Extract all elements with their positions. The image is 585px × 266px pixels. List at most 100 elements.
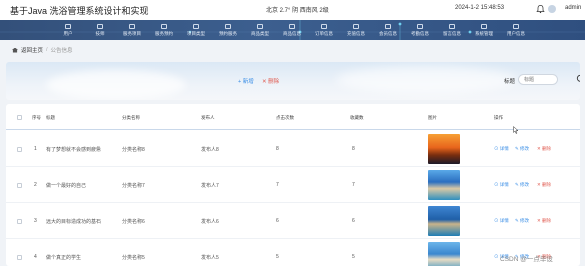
cell-favorites: 8 bbox=[352, 146, 355, 152]
breadcrumb-separator: / bbox=[46, 47, 48, 53]
nav-item[interactable]: 订单信息 bbox=[308, 20, 340, 40]
cell-publisher: 发布人7 bbox=[201, 183, 219, 189]
nav-item[interactable]: 用户 bbox=[52, 20, 84, 40]
nav-item-label: 服务预约 bbox=[155, 30, 173, 36]
nav-item[interactable]: 技师 bbox=[84, 20, 116, 40]
cell-clicks: 6 bbox=[276, 218, 279, 224]
nav-item[interactable]: 充值信息 bbox=[340, 20, 372, 40]
col-title[interactable]: 标题 bbox=[46, 115, 55, 121]
edit-button[interactable]: ✎ 修改 bbox=[515, 218, 529, 224]
data-table: 序号 标题 分类名称 发布人 点击次数 收藏数 图片 操作 1 有了梦想就不会感到… bbox=[6, 104, 580, 266]
col-ops: 操作 bbox=[494, 115, 503, 120]
top-header: 基于Java 洗浴管理系统设计和实现 北京 2.7° 阴 西南风 2级 2024… bbox=[0, 0, 585, 20]
col-clicks[interactable]: 点击次数 bbox=[276, 115, 294, 121]
nav-menu-icon bbox=[321, 23, 327, 29]
nav-menu-icon bbox=[129, 23, 135, 29]
table-row: 4 做个真正的学生 分类名称5 发布人5 5 5 ⊙ 详情 ✎ 修改 ✕ 删除 bbox=[6, 239, 580, 266]
main-nav: 用户 技师 服务项目 服务预约 项目类型 预约服务 商品类型 商品信息 订单信息 充值信息 会员信息… bbox=[0, 20, 585, 40]
nav-item[interactable]: 预约服务 bbox=[212, 20, 244, 40]
cell-index: 1 bbox=[34, 146, 37, 152]
view-icon: ⊙ bbox=[494, 218, 499, 223]
table-header: 序号 标题 分类名称 发布人 点击次数 收藏数 图片 操作 bbox=[6, 108, 580, 130]
col-index: 序号 bbox=[32, 115, 41, 120]
edit-button[interactable]: ✎ 修改 bbox=[515, 182, 529, 188]
view-icon: ⊙ bbox=[494, 182, 499, 187]
nav-menu-icon bbox=[449, 23, 455, 29]
user-name[interactable]: admin bbox=[565, 5, 581, 11]
nav-item[interactable]: 项目类型 bbox=[180, 20, 212, 40]
nav-item-label: 用户 bbox=[63, 30, 73, 36]
row-delete-button[interactable]: ✕ 删除 bbox=[537, 146, 551, 152]
table-row: 1 有了梦想就不会感到疲惫 分类名称8 发布人8 8 8 ⊙ 详情 ✎ 修改 ✕ 删除 bbox=[6, 131, 580, 167]
breadcrumb-current: 公告信息 bbox=[50, 48, 73, 54]
nav-item-label: 留言信息 bbox=[443, 30, 461, 36]
app-title: 基于Java 洗浴管理系统设计和实现 bbox=[10, 6, 149, 16]
detail-button[interactable]: ⊙ 详情 bbox=[494, 182, 509, 188]
nav-item[interactable]: 用户信息 bbox=[500, 20, 532, 40]
breadcrumb-home[interactable]: 返回主页 bbox=[21, 46, 43, 54]
delete-button[interactable]: ✕ 删除 bbox=[262, 77, 279, 85]
nav-items: 用户 技师 服务项目 服务预约 项目类型 预约服务 商品类型 商品信息 订单信息 充值信息 会员信息… bbox=[52, 20, 532, 40]
nav-item[interactable]: 商品信息 bbox=[276, 20, 308, 40]
search-label: 标题 bbox=[504, 79, 516, 85]
detail-button[interactable]: ⊙ 详情 bbox=[494, 218, 509, 224]
add-button[interactable]: + 新增 bbox=[238, 77, 254, 85]
nav-item[interactable]: 留言信息 bbox=[436, 20, 468, 40]
avatar[interactable] bbox=[548, 5, 556, 13]
col-category[interactable]: 分类名称 bbox=[122, 115, 140, 121]
nav-item[interactable]: 会员信息 bbox=[372, 20, 404, 40]
nav-menu-icon bbox=[257, 23, 263, 29]
col-publisher[interactable]: 发布人 bbox=[201, 115, 215, 121]
col-favorites[interactable]: 收藏数 bbox=[350, 115, 364, 121]
cell-publisher: 发布人6 bbox=[201, 219, 219, 225]
cell-image bbox=[428, 242, 460, 266]
cell-favorites: 6 bbox=[352, 218, 355, 224]
nav-item-label: 订单信息 bbox=[315, 30, 333, 36]
edit-label: 修改 bbox=[520, 218, 530, 223]
cell-favorites: 5 bbox=[352, 254, 355, 260]
cell-title: 做个真正的学生 bbox=[46, 255, 82, 261]
weather-info: 北京 2.7° 阴 西南风 2级 bbox=[266, 8, 329, 14]
row-checkbox[interactable] bbox=[17, 219, 22, 224]
edit-icon: ✎ bbox=[515, 182, 519, 187]
nav-item-label: 预约服务 bbox=[219, 30, 237, 36]
nav-menu-icon bbox=[289, 23, 295, 29]
edit-label: 修改 bbox=[520, 146, 530, 151]
bell-icon[interactable] bbox=[536, 4, 545, 14]
row-delete-button[interactable]: ✕ 删除 bbox=[537, 182, 551, 188]
search-input[interactable] bbox=[518, 74, 558, 85]
cell-favorites: 7 bbox=[352, 182, 355, 188]
search-panel: + 新增 ✕ 删除 标题 bbox=[6, 62, 580, 100]
nav-item[interactable]: 服务项目 bbox=[116, 20, 148, 40]
nav-item-label: 服务项目 bbox=[123, 30, 141, 36]
cell-clicks: 7 bbox=[276, 182, 279, 188]
row-checkbox[interactable] bbox=[17, 183, 22, 188]
table-row: 2 做一个最好的自己 分类名称7 发布人7 7 7 ⊙ 详情 ✎ 修改 ✕ 删除 bbox=[6, 167, 580, 203]
row-delete-button[interactable]: ✕ 删除 bbox=[537, 218, 551, 224]
cell-title: 做一个最好的自己 bbox=[46, 183, 87, 189]
row-checkbox[interactable] bbox=[17, 255, 22, 260]
nav-item[interactable]: 服务预约 bbox=[148, 20, 180, 40]
nav-item[interactable]: 商品类型 bbox=[244, 20, 276, 40]
cell-title: 有了梦想就不会感到疲惫 bbox=[46, 147, 102, 153]
edit-button[interactable]: ✎ 修改 bbox=[515, 146, 529, 152]
select-all-checkbox[interactable] bbox=[17, 115, 22, 120]
nav-menu-icon bbox=[417, 23, 423, 29]
nav-item-label: 商品类型 bbox=[251, 30, 269, 36]
search-icon[interactable] bbox=[576, 74, 580, 84]
nav-item[interactable]: 系统管理 bbox=[468, 20, 500, 40]
mouse-cursor-icon bbox=[513, 126, 519, 134]
cell-publisher: 发布人8 bbox=[201, 147, 219, 153]
row-checkbox[interactable] bbox=[17, 147, 22, 152]
edit-icon: ✎ bbox=[515, 218, 519, 223]
edit-icon: ✎ bbox=[515, 146, 519, 151]
detail-button[interactable]: ⊙ 详情 bbox=[494, 146, 509, 152]
nav-menu-icon bbox=[161, 23, 167, 29]
col-image: 图片 bbox=[428, 115, 437, 120]
home-icon[interactable] bbox=[12, 47, 18, 53]
cell-clicks: 5 bbox=[276, 254, 279, 260]
nav-item-label: 会员信息 bbox=[379, 30, 397, 36]
nav-item-label: 考勤信息 bbox=[411, 30, 429, 36]
nav-item[interactable]: 考勤信息 bbox=[404, 20, 436, 40]
nav-menu-icon bbox=[481, 23, 487, 29]
